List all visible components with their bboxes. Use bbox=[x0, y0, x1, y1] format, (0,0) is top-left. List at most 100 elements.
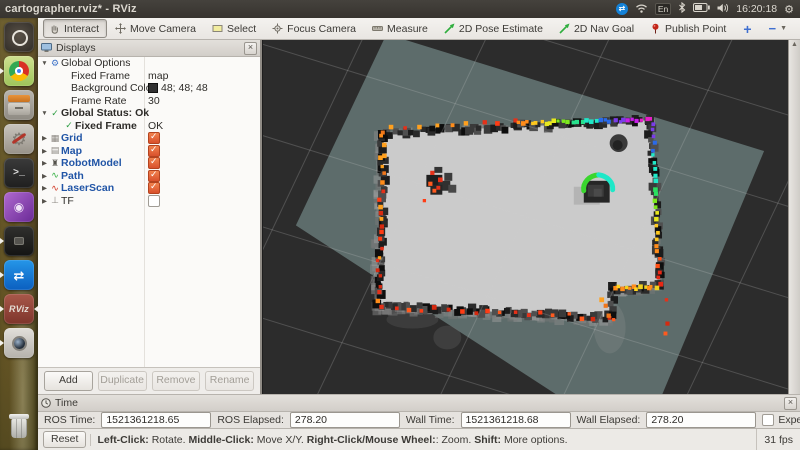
tool-button-select[interactable]: Select bbox=[206, 19, 264, 38]
display-row-grid[interactable]: ▶▦Grid bbox=[38, 132, 260, 145]
tool-button-2d-nav-goal[interactable]: 2D Nav Goal bbox=[553, 19, 642, 38]
display-row-map[interactable]: ▶▤Map bbox=[38, 145, 260, 158]
display-row-path[interactable]: ▶∿Path bbox=[38, 170, 260, 183]
running-indicator bbox=[0, 272, 4, 278]
tool-button-interact[interactable]: Interact bbox=[43, 19, 107, 38]
launcher-item-chrome[interactable] bbox=[4, 56, 34, 86]
time-panel: Time × ROS Time:ROS Elapsed:Wall Time:Wa… bbox=[38, 394, 800, 428]
session-gear-icon[interactable]: ⚙ bbox=[784, 3, 794, 16]
displays-panel-title: Displays bbox=[56, 42, 96, 54]
hint-segment: Right-Click/Mouse Wheel: bbox=[307, 434, 436, 446]
tool-button-focus-camera[interactable]: Focus Camera bbox=[266, 19, 364, 38]
display-row-value[interactable]: 48; 48; 48 bbox=[148, 82, 208, 94]
tool-button-publish-point[interactable]: Publish Point bbox=[644, 19, 734, 38]
display-row-value[interactable] bbox=[148, 157, 160, 169]
collapse-arrow-icon[interactable]: ▼ bbox=[40, 60, 49, 67]
display-row-value[interactable] bbox=[148, 170, 160, 182]
launcher-item-teamviewer[interactable]: ⇄ bbox=[4, 260, 34, 290]
expand-arrow-icon[interactable]: ▶ bbox=[40, 134, 49, 142]
expand-arrow-icon[interactable]: ▶ bbox=[40, 159, 49, 167]
wall-time-input[interactable] bbox=[461, 412, 571, 428]
expand-arrow-icon[interactable]: ▶ bbox=[40, 172, 49, 180]
display-row-global-status-ok[interactable]: ▼✓Global Status: Ok bbox=[38, 107, 260, 120]
clock[interactable]: 16:20:18 bbox=[736, 3, 777, 15]
display-row-robotmodel[interactable]: ▶♜RobotModel bbox=[38, 157, 260, 170]
expand-arrow-icon[interactable]: ▶ bbox=[40, 197, 49, 205]
hint-segment: Middle-Click: bbox=[188, 434, 253, 446]
tool-button-move-camera[interactable]: Move Camera bbox=[109, 19, 204, 38]
display-row-value[interactable]: 30 bbox=[148, 95, 160, 107]
checkbox-laserscan[interactable] bbox=[148, 182, 160, 194]
display-row-global-options[interactable]: ▼⚙Global Options bbox=[38, 57, 260, 70]
wall-elapsed-input[interactable] bbox=[646, 412, 756, 428]
launcher-item-rviz[interactable]: RViz bbox=[4, 294, 34, 324]
checkbox-map[interactable] bbox=[148, 145, 160, 157]
display-row-tf[interactable]: ▶⊥TF bbox=[38, 195, 260, 208]
display-row-label: Path bbox=[61, 170, 84, 182]
collapse-arrow-icon[interactable]: ▼ bbox=[40, 110, 49, 117]
launcher-item-files[interactable] bbox=[4, 90, 34, 120]
tool-button-measure[interactable]: Measure bbox=[366, 19, 436, 38]
bluetooth-icon[interactable] bbox=[678, 2, 686, 16]
display-row-value[interactable] bbox=[148, 145, 160, 157]
launcher-item-trash[interactable] bbox=[7, 414, 31, 440]
laser-icon: ∿ bbox=[49, 184, 61, 193]
display-row-value[interactable]: OK bbox=[148, 120, 163, 132]
display-row-value[interactable]: map bbox=[148, 70, 168, 82]
launcher-item-system-settings[interactable]: ⚙ bbox=[4, 124, 34, 154]
views-panel-handle[interactable]: ▲ bbox=[788, 40, 800, 394]
display-row-background-color[interactable]: Background Color48; 48; 48 bbox=[38, 82, 260, 95]
add-tool-button[interactable]: + bbox=[736, 21, 758, 37]
ros-elapsed-input[interactable] bbox=[290, 412, 400, 428]
reset-button[interactable]: Reset bbox=[43, 431, 86, 448]
remove-tool-caret-icon[interactable]: ▼ bbox=[780, 25, 793, 32]
robot-icon: ♜ bbox=[49, 159, 61, 168]
keyboard-layout-indicator[interactable]: En bbox=[655, 3, 671, 15]
launcher-item-screenshot[interactable] bbox=[4, 328, 34, 358]
mouse-hints: Left-Click: Rotate. Middle-Click: Move X… bbox=[90, 434, 756, 446]
battery-icon[interactable] bbox=[693, 3, 710, 15]
launcher-item-software-center[interactable]: ◉ bbox=[4, 192, 34, 222]
checkbox-path[interactable] bbox=[148, 170, 160, 182]
render-viewport[interactable] bbox=[262, 40, 788, 394]
tool-label: Measure bbox=[387, 23, 428, 35]
display-row-label: Global Status: Ok bbox=[61, 107, 149, 119]
tool-label: Select bbox=[227, 23, 256, 35]
fps-counter: 31 fps bbox=[756, 429, 800, 450]
experimental-toggle: Experimental bbox=[762, 414, 800, 426]
tool-label: 2D Pose Estimate bbox=[459, 23, 543, 35]
move-icon bbox=[115, 23, 126, 34]
volume-icon[interactable] bbox=[717, 3, 729, 16]
experimental-checkbox[interactable] bbox=[762, 414, 774, 426]
expand-arrow-icon[interactable]: ▶ bbox=[40, 184, 49, 192]
tool-label: Publish Point bbox=[665, 23, 726, 35]
display-row-frame-rate[interactable]: Frame Rate30 bbox=[38, 95, 260, 108]
display-row-laserscan[interactable]: ▶∿LaserScan bbox=[38, 182, 260, 195]
launcher-item-terminal[interactable]: >_ bbox=[4, 158, 34, 188]
displays-close-button[interactable]: × bbox=[244, 42, 257, 55]
display-row-value[interactable] bbox=[148, 195, 160, 207]
time-panel-close-button[interactable]: × bbox=[784, 397, 797, 410]
display-row-value[interactable] bbox=[148, 132, 160, 144]
wifi-icon[interactable] bbox=[635, 3, 648, 16]
expand-arrow-icon[interactable]: ▶ bbox=[40, 147, 49, 155]
teamviewer-tray-icon[interactable]: ⇄ bbox=[616, 3, 628, 15]
gear-icon: ⚙ bbox=[49, 59, 61, 68]
camera-icon bbox=[14, 338, 25, 349]
main-area: Displays × ▼⚙Global OptionsFixed Framema… bbox=[38, 40, 800, 394]
display-row-value[interactable] bbox=[148, 182, 160, 194]
ros-time-input[interactable] bbox=[101, 412, 211, 428]
grid-icon: ▦ bbox=[49, 134, 61, 143]
launcher-item-screen-recorder[interactable] bbox=[4, 226, 34, 256]
checkbox-tf[interactable] bbox=[148, 195, 160, 207]
time-field-label: ROS Time: bbox=[44, 414, 95, 426]
launcher-item-dash[interactable] bbox=[4, 22, 34, 52]
chrome-icon-dot bbox=[17, 69, 21, 73]
display-row-fixed-frame[interactable]: Fixed Framemap bbox=[38, 70, 260, 83]
tool-button-2d-pose-estimate[interactable]: 2D Pose Estimate bbox=[438, 19, 551, 38]
remove-tool-button[interactable]: − bbox=[761, 21, 779, 36]
add-display-button[interactable]: Add bbox=[44, 371, 93, 391]
checkbox-robotmodel[interactable] bbox=[148, 157, 160, 169]
display-row-fixed-frame[interactable]: ✓Fixed FrameOK bbox=[38, 120, 260, 133]
checkbox-grid[interactable] bbox=[148, 132, 160, 144]
